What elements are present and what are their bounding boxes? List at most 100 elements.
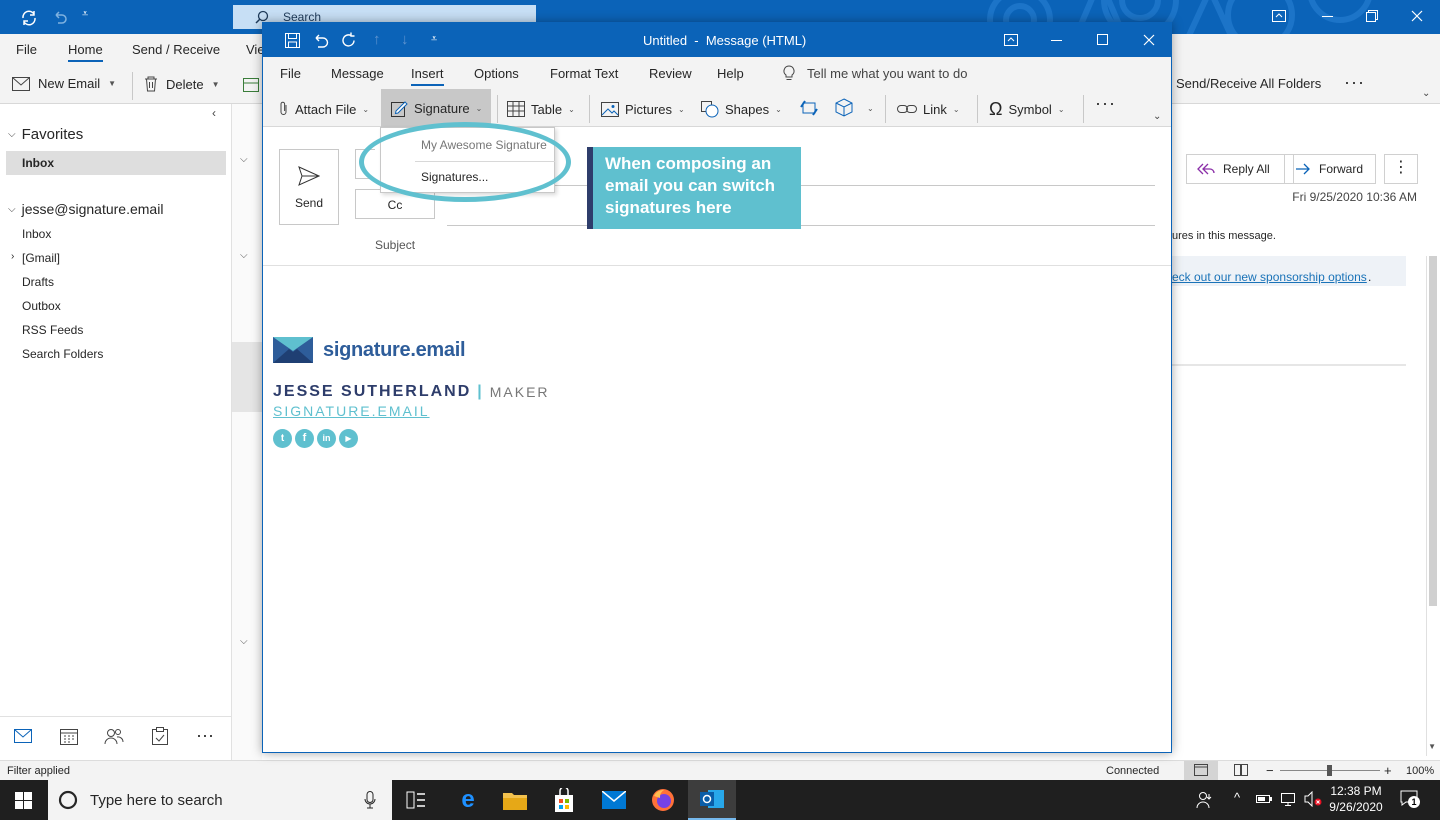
delete-button[interactable]: Delete ▼ — [144, 76, 220, 92]
compose-maximize-button[interactable] — [1097, 34, 1108, 45]
main-minimize-button[interactable] — [1322, 16, 1333, 17]
people-tray-icon[interactable] — [1196, 791, 1214, 809]
calendar-icon[interactable] — [60, 728, 78, 745]
people-icon[interactable] — [104, 728, 124, 745]
down-arrow-icon[interactable]: ↓ — [401, 31, 409, 48]
folder-rss-feeds[interactable]: RSS Feeds — [22, 323, 83, 337]
zoom-level[interactable]: 100% — [1406, 765, 1434, 777]
tell-me-search[interactable]: Tell me what you want to do — [783, 65, 967, 81]
folder-gmail[interactable]: [Gmail] — [22, 251, 60, 265]
main-close-button[interactable] — [1411, 10, 1423, 22]
more-commands-icon[interactable]: ··· — [1095, 93, 1116, 114]
ribbon-collapse-icon[interactable]: ⌄ — [1153, 111, 1161, 122]
outlook-taskbar-button[interactable] — [688, 780, 736, 820]
reading-view-icon[interactable] — [1234, 764, 1248, 776]
ribbon-display-icon[interactable] — [1272, 10, 1286, 22]
shapes-button[interactable]: Shapes ⌄ — [701, 96, 782, 122]
tab-insert[interactable]: Insert — [411, 66, 444, 86]
reply-all-button[interactable]: Reply All — [1186, 154, 1294, 184]
folder-inbox[interactable]: Inbox — [22, 227, 51, 241]
tab-file[interactable]: File — [280, 66, 301, 81]
folder-drafts[interactable]: Drafts — [22, 275, 54, 289]
chevron-down-icon[interactable]: ⌵ — [240, 154, 248, 165]
tab-message[interactable]: Message — [331, 66, 384, 81]
collapse-pane-icon[interactable]: ‹ — [212, 106, 216, 120]
scrollbar-thumb[interactable] — [1429, 256, 1437, 606]
task-view-icon[interactable] — [406, 791, 426, 809]
zoom-in-icon[interactable]: + — [1384, 763, 1392, 778]
chevron-down-icon[interactable]: ⌵ — [240, 250, 248, 261]
more-modules-icon[interactable]: ··· — [196, 725, 214, 746]
scroll-down-icon[interactable]: ▼ — [1428, 742, 1436, 751]
tab-format-text[interactable]: Format Text — [550, 66, 618, 81]
new-email-button[interactable]: New Email ▼ — [12, 76, 116, 91]
zoom-out-icon[interactable]: − — [1266, 763, 1274, 778]
facebook-icon[interactable]: f — [295, 429, 314, 448]
store-icon[interactable] — [553, 788, 575, 812]
attach-file-button[interactable]: Attach File ⌄ — [279, 96, 369, 122]
quick-access-dropdown-icon[interactable]: ⩡ — [431, 33, 437, 46]
send-button[interactable]: Send — [279, 149, 339, 225]
twitter-icon[interactable]: t — [273, 429, 292, 448]
ribbon-display-icon[interactable] — [1004, 34, 1018, 46]
menu-home[interactable]: Home — [68, 42, 103, 62]
firefox-icon[interactable] — [651, 788, 675, 812]
tab-review[interactable]: Review — [649, 66, 692, 81]
chevron-right-icon[interactable]: › — [11, 251, 14, 262]
undo-icon[interactable] — [313, 33, 329, 48]
edge-icon[interactable]: e — [456, 788, 480, 812]
3d-models-icon[interactable] — [835, 98, 853, 117]
compose-close-button[interactable] — [1143, 34, 1155, 46]
battery-icon[interactable] — [1256, 793, 1272, 805]
smartart-icon[interactable] — [799, 99, 819, 117]
network-icon[interactable] — [1280, 791, 1296, 807]
archive-icon[interactable] — [243, 78, 259, 92]
chevron-down-icon[interactable]: ⌄ — [867, 104, 874, 113]
favorites-inbox[interactable]: Inbox — [6, 151, 226, 175]
menu-file[interactable]: File — [16, 42, 37, 57]
ribbon-collapse-icon[interactable]: ⌄ — [1422, 88, 1430, 99]
menu-send-receive[interactable]: Send / Receive — [132, 42, 220, 57]
chevron-down-icon[interactable]: ⌵ — [240, 636, 248, 647]
windows-start-icon[interactable] — [15, 792, 32, 809]
youtube-icon[interactable]: ▶ — [339, 429, 358, 448]
chevron-up-icon[interactable]: ^ — [1234, 790, 1240, 805]
undo-icon[interactable] — [52, 9, 68, 25]
up-arrow-icon[interactable]: ↑ — [373, 31, 381, 48]
link-button[interactable]: Link ⌄ — [897, 96, 960, 122]
more-actions-icon[interactable]: ⋮ — [1384, 154, 1418, 184]
zoom-slider-thumb[interactable] — [1327, 765, 1332, 776]
tab-options[interactable]: Options — [474, 66, 519, 81]
main-restore-button[interactable] — [1366, 10, 1378, 22]
system-clock[interactable]: 12:38 PM 9/26/2020 — [1328, 783, 1384, 815]
send-receive-all-button[interactable]: Send/Receive All Folders — [1176, 76, 1321, 91]
quick-access-dropdown-icon[interactable]: ⩡ — [82, 8, 88, 21]
forward-button[interactable]: Forward — [1284, 154, 1376, 184]
pictures-button[interactable]: Pictures ⌄ — [601, 96, 685, 122]
more-commands-icon[interactable]: ··· — [1344, 72, 1365, 93]
tasks-icon[interactable] — [152, 727, 168, 745]
signature-website-link[interactable]: SIGNATURE.EMAIL — [273, 403, 550, 419]
folder-search-folders[interactable]: Search Folders — [22, 347, 103, 361]
favorites-header[interactable]: ⌵ Favorites — [8, 126, 83, 143]
redo-icon[interactable] — [341, 32, 358, 49]
taskbar-search-box[interactable]: Type here to search — [48, 780, 392, 820]
tab-help[interactable]: Help — [717, 66, 744, 81]
sync-icon[interactable] — [20, 9, 38, 27]
action-center-button[interactable]: 1 — [1400, 790, 1420, 810]
folder-outbox[interactable]: Outbox — [22, 299, 61, 313]
file-explorer-icon[interactable] — [503, 790, 527, 810]
compose-minimize-button[interactable] — [1051, 40, 1062, 41]
mail-module-icon[interactable] — [14, 729, 32, 743]
save-icon[interactable] — [285, 33, 300, 48]
linkedin-icon[interactable]: in — [317, 429, 336, 448]
symbol-button[interactable]: Ω Symbol ⌄ — [989, 96, 1065, 122]
scrollbar[interactable] — [1426, 256, 1438, 756]
selected-message-row[interactable] — [232, 342, 262, 412]
sponsorship-link[interactable]: eck out our new sponsorship options — [1172, 270, 1367, 284]
normal-view-button[interactable] — [1184, 761, 1218, 780]
account-header[interactable]: ⌵ jesse@signature.email — [8, 201, 163, 217]
volume-muted-icon[interactable] — [1304, 791, 1322, 807]
microphone-icon[interactable] — [364, 791, 376, 809]
table-button[interactable]: Table ⌄ — [507, 96, 575, 122]
